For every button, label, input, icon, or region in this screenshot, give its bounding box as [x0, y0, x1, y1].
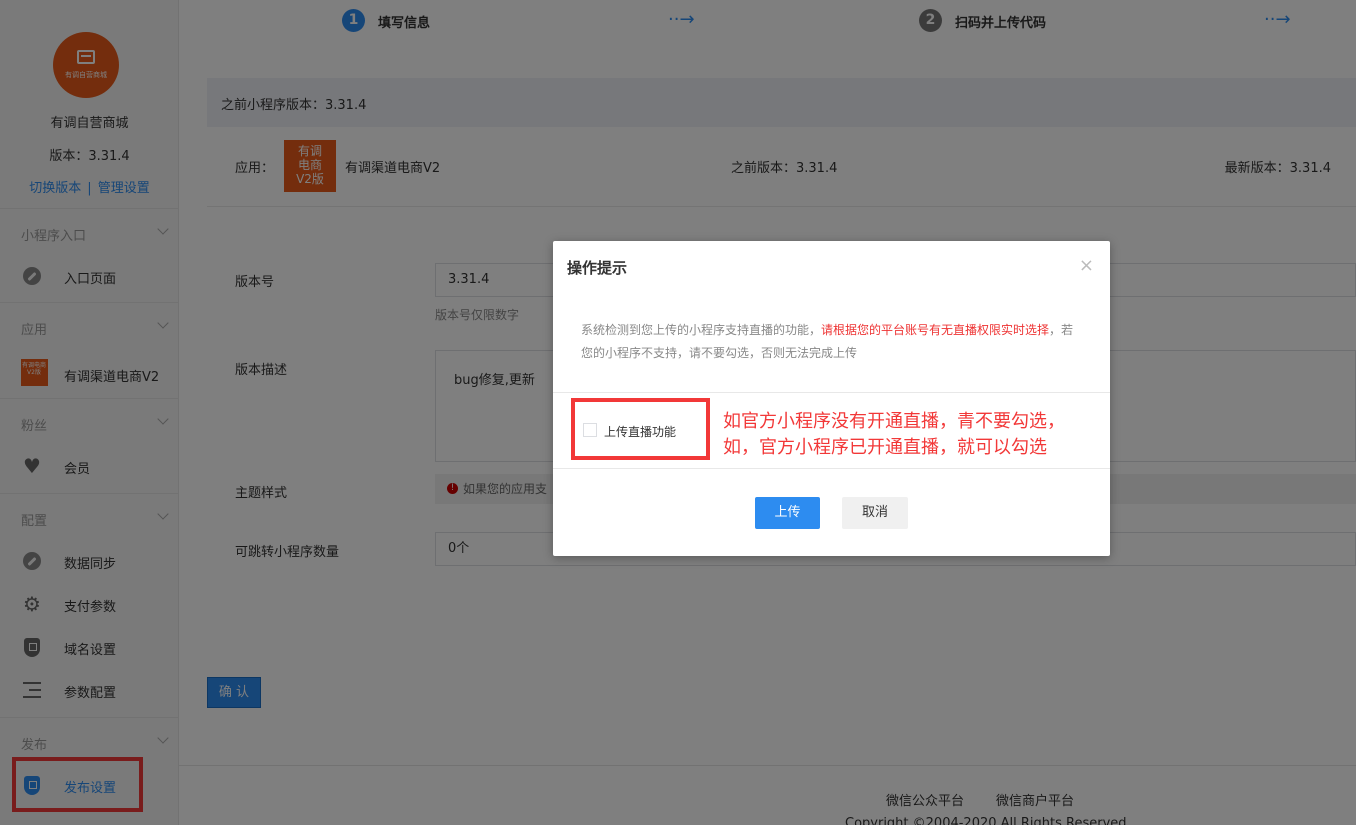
- live-upload-checkbox-label[interactable]: 上传直播功能: [604, 423, 676, 440]
- operation-tip-modal: 操作提示 × 系统检测到您上传的小程序支持直播的功能，请根据您的平台账号有无直播…: [553, 241, 1110, 556]
- live-upload-checkbox[interactable]: [583, 423, 597, 437]
- divider: [553, 392, 1110, 393]
- annotation-note: 如官方小程序没有开通直播，青不要勾选， 如，官方小程序已开通直播，就可以勾选: [723, 411, 1065, 458]
- divider: [553, 468, 1110, 469]
- cancel-button[interactable]: 取消: [842, 497, 908, 529]
- close-icon[interactable]: ×: [1079, 255, 1094, 276]
- modal-title: 操作提示: [567, 259, 628, 277]
- modal-body-text: 系统检测到您上传的小程序支持直播的功能，请根据您的平台账号有无直播权限实时选择，…: [581, 323, 1074, 360]
- upload-button[interactable]: 上传: [755, 497, 820, 529]
